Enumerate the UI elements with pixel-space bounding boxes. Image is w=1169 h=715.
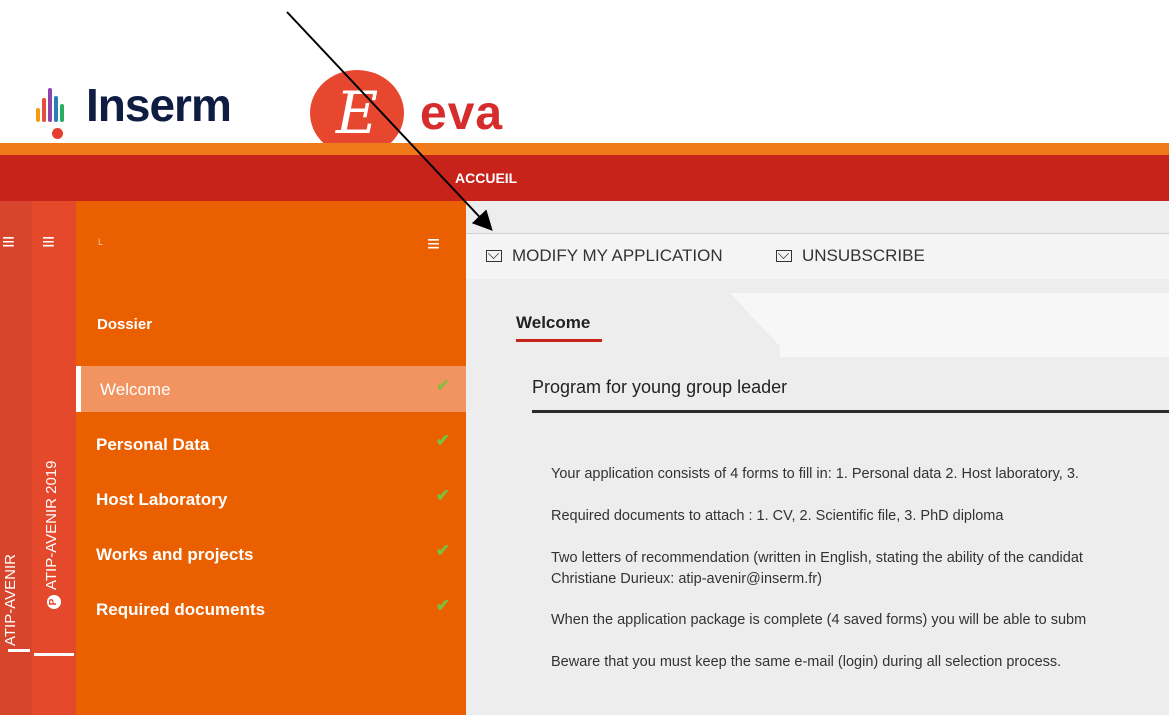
sidebar-item-label: Host Laboratory <box>96 490 228 509</box>
program-title-rule <box>532 410 1169 413</box>
hamburger-icon[interactable]: ≡ <box>42 229 55 255</box>
check-icon: ✔ <box>435 431 450 450</box>
sidebar-user-text: L <box>98 237 104 247</box>
sidebar-item-required-documents[interactable]: Required documents ✔ <box>76 586 466 632</box>
info-paragraph: Required documents to attach : 1. CV, 2.… <box>551 508 1004 524</box>
info-paragraph: Two letters of recommendation (written i… <box>551 550 1083 566</box>
sidebar-item-label: Required documents <box>96 600 266 619</box>
sidebar-section-title: Dossier <box>97 316 153 333</box>
welcome-panel: Welcome Program for young group leader Y… <box>490 293 1169 715</box>
sidebar-item-personal-data[interactable]: Personal Data ✔ <box>76 421 466 467</box>
tab-welcome-label: Welcome <box>516 313 591 332</box>
sidebar-menu-icon[interactable]: ≡ <box>427 231 440 257</box>
nav-accueil-link[interactable]: ACCUEIL <box>455 170 517 186</box>
left-rail-2[interactable]: ≡ P ATIP-AVENIR 2019 <box>32 201 76 715</box>
program-title: Program for young group leader <box>532 377 788 397</box>
header-orange-strip <box>0 143 1169 155</box>
rail-1-label: ATIP-AVENIR <box>2 554 19 646</box>
info-paragraph: When the application package is complete… <box>551 612 1087 628</box>
inserm-dot-icon <box>52 128 63 139</box>
info-paragraph: Christiane Durieux: atip-avenir@inserm.f… <box>551 571 822 587</box>
tab-welcome[interactable]: Welcome <box>490 293 730 357</box>
sidebar-item-host-laboratory[interactable]: Host Laboratory ✔ <box>76 476 466 522</box>
modify-application-label: MODIFY MY APPLICATION <box>512 246 723 265</box>
eva-logo-text: eva <box>420 86 504 140</box>
top-navigation-bar: ACCUEIL <box>0 155 1169 201</box>
check-icon: ✔ <box>435 541 450 560</box>
info-paragraph: Your application consists of 4 forms to … <box>551 466 1079 482</box>
check-icon: ✔ <box>435 376 450 395</box>
rail-1-divider <box>8 649 30 652</box>
hamburger-icon[interactable]: ≡ <box>2 229 15 255</box>
sidebar-item-label: Welcome <box>100 380 171 399</box>
sidebar-item-welcome[interactable]: Welcome ✔ <box>76 366 466 412</box>
toolbar: MODIFY MY APPLICATION UNSUBSCRIBE <box>466 234 1169 279</box>
rail-2-divider <box>34 653 74 656</box>
envelope-icon <box>486 250 502 262</box>
inserm-logo-text: Inserm <box>86 79 232 131</box>
sidebar-item-label: Personal Data <box>96 435 210 454</box>
envelope-icon <box>776 250 792 262</box>
unsubscribe-label: UNSUBSCRIBE <box>802 246 925 265</box>
check-icon: ✔ <box>435 486 450 505</box>
modify-application-button[interactable]: MODIFY MY APPLICATION <box>486 246 723 266</box>
inserm-logo: Inserm <box>36 79 232 131</box>
inserm-mark-icon <box>36 88 70 122</box>
rail-2-label: P ATIP-AVENIR 2019 <box>43 460 61 609</box>
rail-2-badge-icon: P <box>47 595 61 609</box>
sidebar-item-label: Works and projects <box>96 545 254 564</box>
left-rail-1[interactable]: ≡ ATIP-AVENIR <box>0 201 32 715</box>
info-paragraph: Beware that you must keep the same e-mai… <box>551 654 1062 670</box>
active-indicator <box>76 366 81 412</box>
sidebar: L ≡ Dossier Welcome ✔ Personal Data ✔ Ho… <box>76 201 466 715</box>
welcome-content: Program for young group leader Your appl… <box>490 357 1169 715</box>
sidebar-item-works-and-projects[interactable]: Works and projects ✔ <box>76 531 466 577</box>
rail-2-label-text: ATIP-AVENIR 2019 <box>43 460 60 591</box>
check-icon: ✔ <box>435 596 450 615</box>
tab-active-underline <box>516 339 602 342</box>
main-content: MODIFY MY APPLICATION UNSUBSCRIBE Welcom… <box>466 201 1169 715</box>
unsubscribe-button[interactable]: UNSUBSCRIBE <box>776 246 925 266</box>
